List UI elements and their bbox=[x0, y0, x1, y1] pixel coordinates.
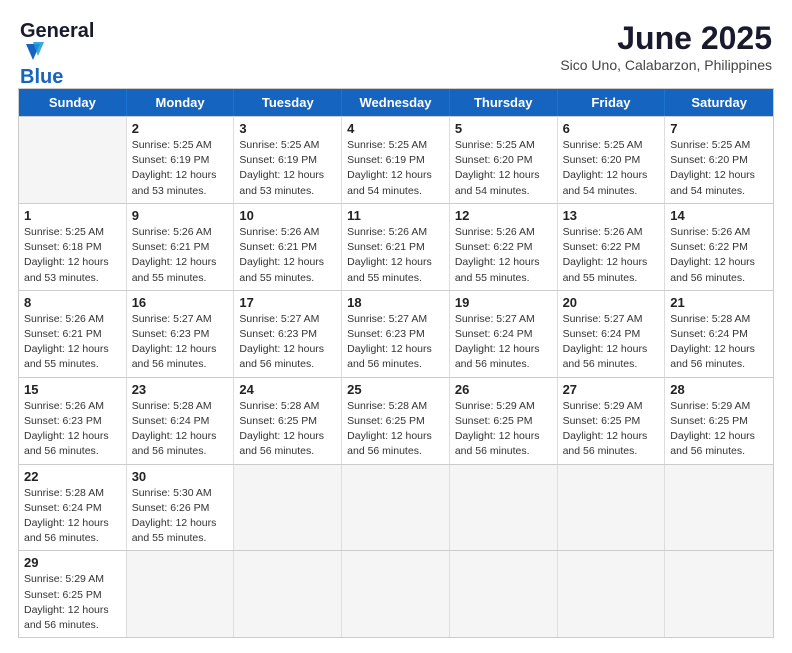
cal-cell-30: 30Sunrise: 5:30 AMSunset: 6:26 PMDayligh… bbox=[127, 465, 235, 551]
header-monday: Monday bbox=[127, 89, 235, 116]
cal-cell-15: 15Sunrise: 5:26 AMSunset: 6:23 PMDayligh… bbox=[19, 378, 127, 464]
cal-cell-14: 14Sunrise: 5:26 AMSunset: 6:22 PMDayligh… bbox=[665, 204, 773, 290]
cal-cell-8: 8Sunrise: 5:26 AMSunset: 6:21 PMDaylight… bbox=[19, 291, 127, 377]
cal-cell-empty bbox=[450, 551, 558, 637]
cal-cell-empty bbox=[127, 551, 235, 637]
cal-cell-empty bbox=[558, 465, 666, 551]
cal-cell-22: 22Sunrise: 5:28 AMSunset: 6:24 PMDayligh… bbox=[19, 465, 127, 551]
header-saturday: Saturday bbox=[665, 89, 773, 116]
cal-cell-empty bbox=[342, 551, 450, 637]
cal-cell-3: 3Sunrise: 5:25 AMSunset: 6:19 PMDaylight… bbox=[234, 117, 342, 203]
cal-cell-10: 10Sunrise: 5:26 AMSunset: 6:21 PMDayligh… bbox=[234, 204, 342, 290]
title-section: June 2025 Sico Uno, Calabarzon, Philippi… bbox=[560, 20, 772, 73]
week-row-1: 2Sunrise: 5:25 AMSunset: 6:19 PMDaylight… bbox=[19, 116, 773, 203]
calendar-subtitle: Sico Uno, Calabarzon, Philippines bbox=[560, 57, 772, 73]
header-wednesday: Wednesday bbox=[342, 89, 450, 116]
cal-cell-empty bbox=[234, 551, 342, 637]
cal-cell-27: 27Sunrise: 5:29 AMSunset: 6:25 PMDayligh… bbox=[558, 378, 666, 464]
cal-cell-9: 9Sunrise: 5:26 AMSunset: 6:21 PMDaylight… bbox=[127, 204, 235, 290]
cal-cell-12: 12Sunrise: 5:26 AMSunset: 6:22 PMDayligh… bbox=[450, 204, 558, 290]
cal-cell-21: 21Sunrise: 5:28 AMSunset: 6:24 PMDayligh… bbox=[665, 291, 773, 377]
week-row-2: 1Sunrise: 5:25 AMSunset: 6:18 PMDaylight… bbox=[19, 203, 773, 290]
cal-cell-empty bbox=[665, 551, 773, 637]
week-row-4: 15Sunrise: 5:26 AMSunset: 6:23 PMDayligh… bbox=[19, 377, 773, 464]
calendar: Sunday Monday Tuesday Wednesday Thursday… bbox=[18, 88, 774, 638]
cal-cell-17: 17Sunrise: 5:27 AMSunset: 6:23 PMDayligh… bbox=[234, 291, 342, 377]
cal-cell-29: 29Sunrise: 5:29 AMSunset: 6:25 PMDayligh… bbox=[19, 551, 127, 637]
cal-cell-6: 6Sunrise: 5:25 AMSunset: 6:20 PMDaylight… bbox=[558, 117, 666, 203]
cal-cell-1: 1Sunrise: 5:25 AMSunset: 6:18 PMDaylight… bbox=[19, 204, 127, 290]
header-sunday: Sunday bbox=[19, 89, 127, 116]
cal-cell-23: 23Sunrise: 5:28 AMSunset: 6:24 PMDayligh… bbox=[127, 378, 235, 464]
cal-cell-28: 28Sunrise: 5:29 AMSunset: 6:25 PMDayligh… bbox=[665, 378, 773, 464]
cal-cell-empty bbox=[665, 465, 773, 551]
logo-arrow-icon bbox=[22, 42, 44, 67]
cal-cell-empty bbox=[558, 551, 666, 637]
cal-cell-7: 7Sunrise: 5:25 AMSunset: 6:20 PMDaylight… bbox=[665, 117, 773, 203]
header-tuesday: Tuesday bbox=[234, 89, 342, 116]
cal-cell-26: 26Sunrise: 5:29 AMSunset: 6:25 PMDayligh… bbox=[450, 378, 558, 464]
cal-cell-5: 5Sunrise: 5:25 AMSunset: 6:20 PMDaylight… bbox=[450, 117, 558, 203]
calendar-header: Sunday Monday Tuesday Wednesday Thursday… bbox=[19, 89, 773, 116]
page-container: General Blue June 2025 Sico Uno, Calabar… bbox=[10, 10, 782, 638]
cal-cell-11: 11Sunrise: 5:26 AMSunset: 6:21 PMDayligh… bbox=[342, 204, 450, 290]
cal-cell-empty bbox=[450, 465, 558, 551]
header: General Blue June 2025 Sico Uno, Calabar… bbox=[10, 10, 782, 83]
header-friday: Friday bbox=[558, 89, 666, 116]
cal-cell-2: 2Sunrise: 5:25 AMSunset: 6:19 PMDaylight… bbox=[127, 117, 235, 203]
cal-cell-empty bbox=[342, 465, 450, 551]
cal-cell-4: 4Sunrise: 5:25 AMSunset: 6:19 PMDaylight… bbox=[342, 117, 450, 203]
cal-cell-19: 19Sunrise: 5:27 AMSunset: 6:24 PMDayligh… bbox=[450, 291, 558, 377]
cal-cell-25: 25Sunrise: 5:28 AMSunset: 6:25 PMDayligh… bbox=[342, 378, 450, 464]
cal-cell-20: 20Sunrise: 5:27 AMSunset: 6:24 PMDayligh… bbox=[558, 291, 666, 377]
cal-cell-16: 16Sunrise: 5:27 AMSunset: 6:23 PMDayligh… bbox=[127, 291, 235, 377]
week-row-6: 29Sunrise: 5:29 AMSunset: 6:25 PMDayligh… bbox=[19, 550, 773, 637]
week-row-5: 22Sunrise: 5:28 AMSunset: 6:24 PMDayligh… bbox=[19, 464, 773, 551]
calendar-title: June 2025 bbox=[560, 20, 772, 57]
cal-cell-empty bbox=[19, 117, 127, 203]
cal-cell-18: 18Sunrise: 5:27 AMSunset: 6:23 PMDayligh… bbox=[342, 291, 450, 377]
header-thursday: Thursday bbox=[450, 89, 558, 116]
cal-cell-13: 13Sunrise: 5:26 AMSunset: 6:22 PMDayligh… bbox=[558, 204, 666, 290]
logo-blue: Blue bbox=[20, 67, 120, 87]
cal-cell-24: 24Sunrise: 5:28 AMSunset: 6:25 PMDayligh… bbox=[234, 378, 342, 464]
week-row-3: 8Sunrise: 5:26 AMSunset: 6:21 PMDaylight… bbox=[19, 290, 773, 377]
logo-text: General bbox=[20, 20, 120, 67]
cal-cell-empty bbox=[234, 465, 342, 551]
logo: General Blue bbox=[20, 20, 120, 78]
